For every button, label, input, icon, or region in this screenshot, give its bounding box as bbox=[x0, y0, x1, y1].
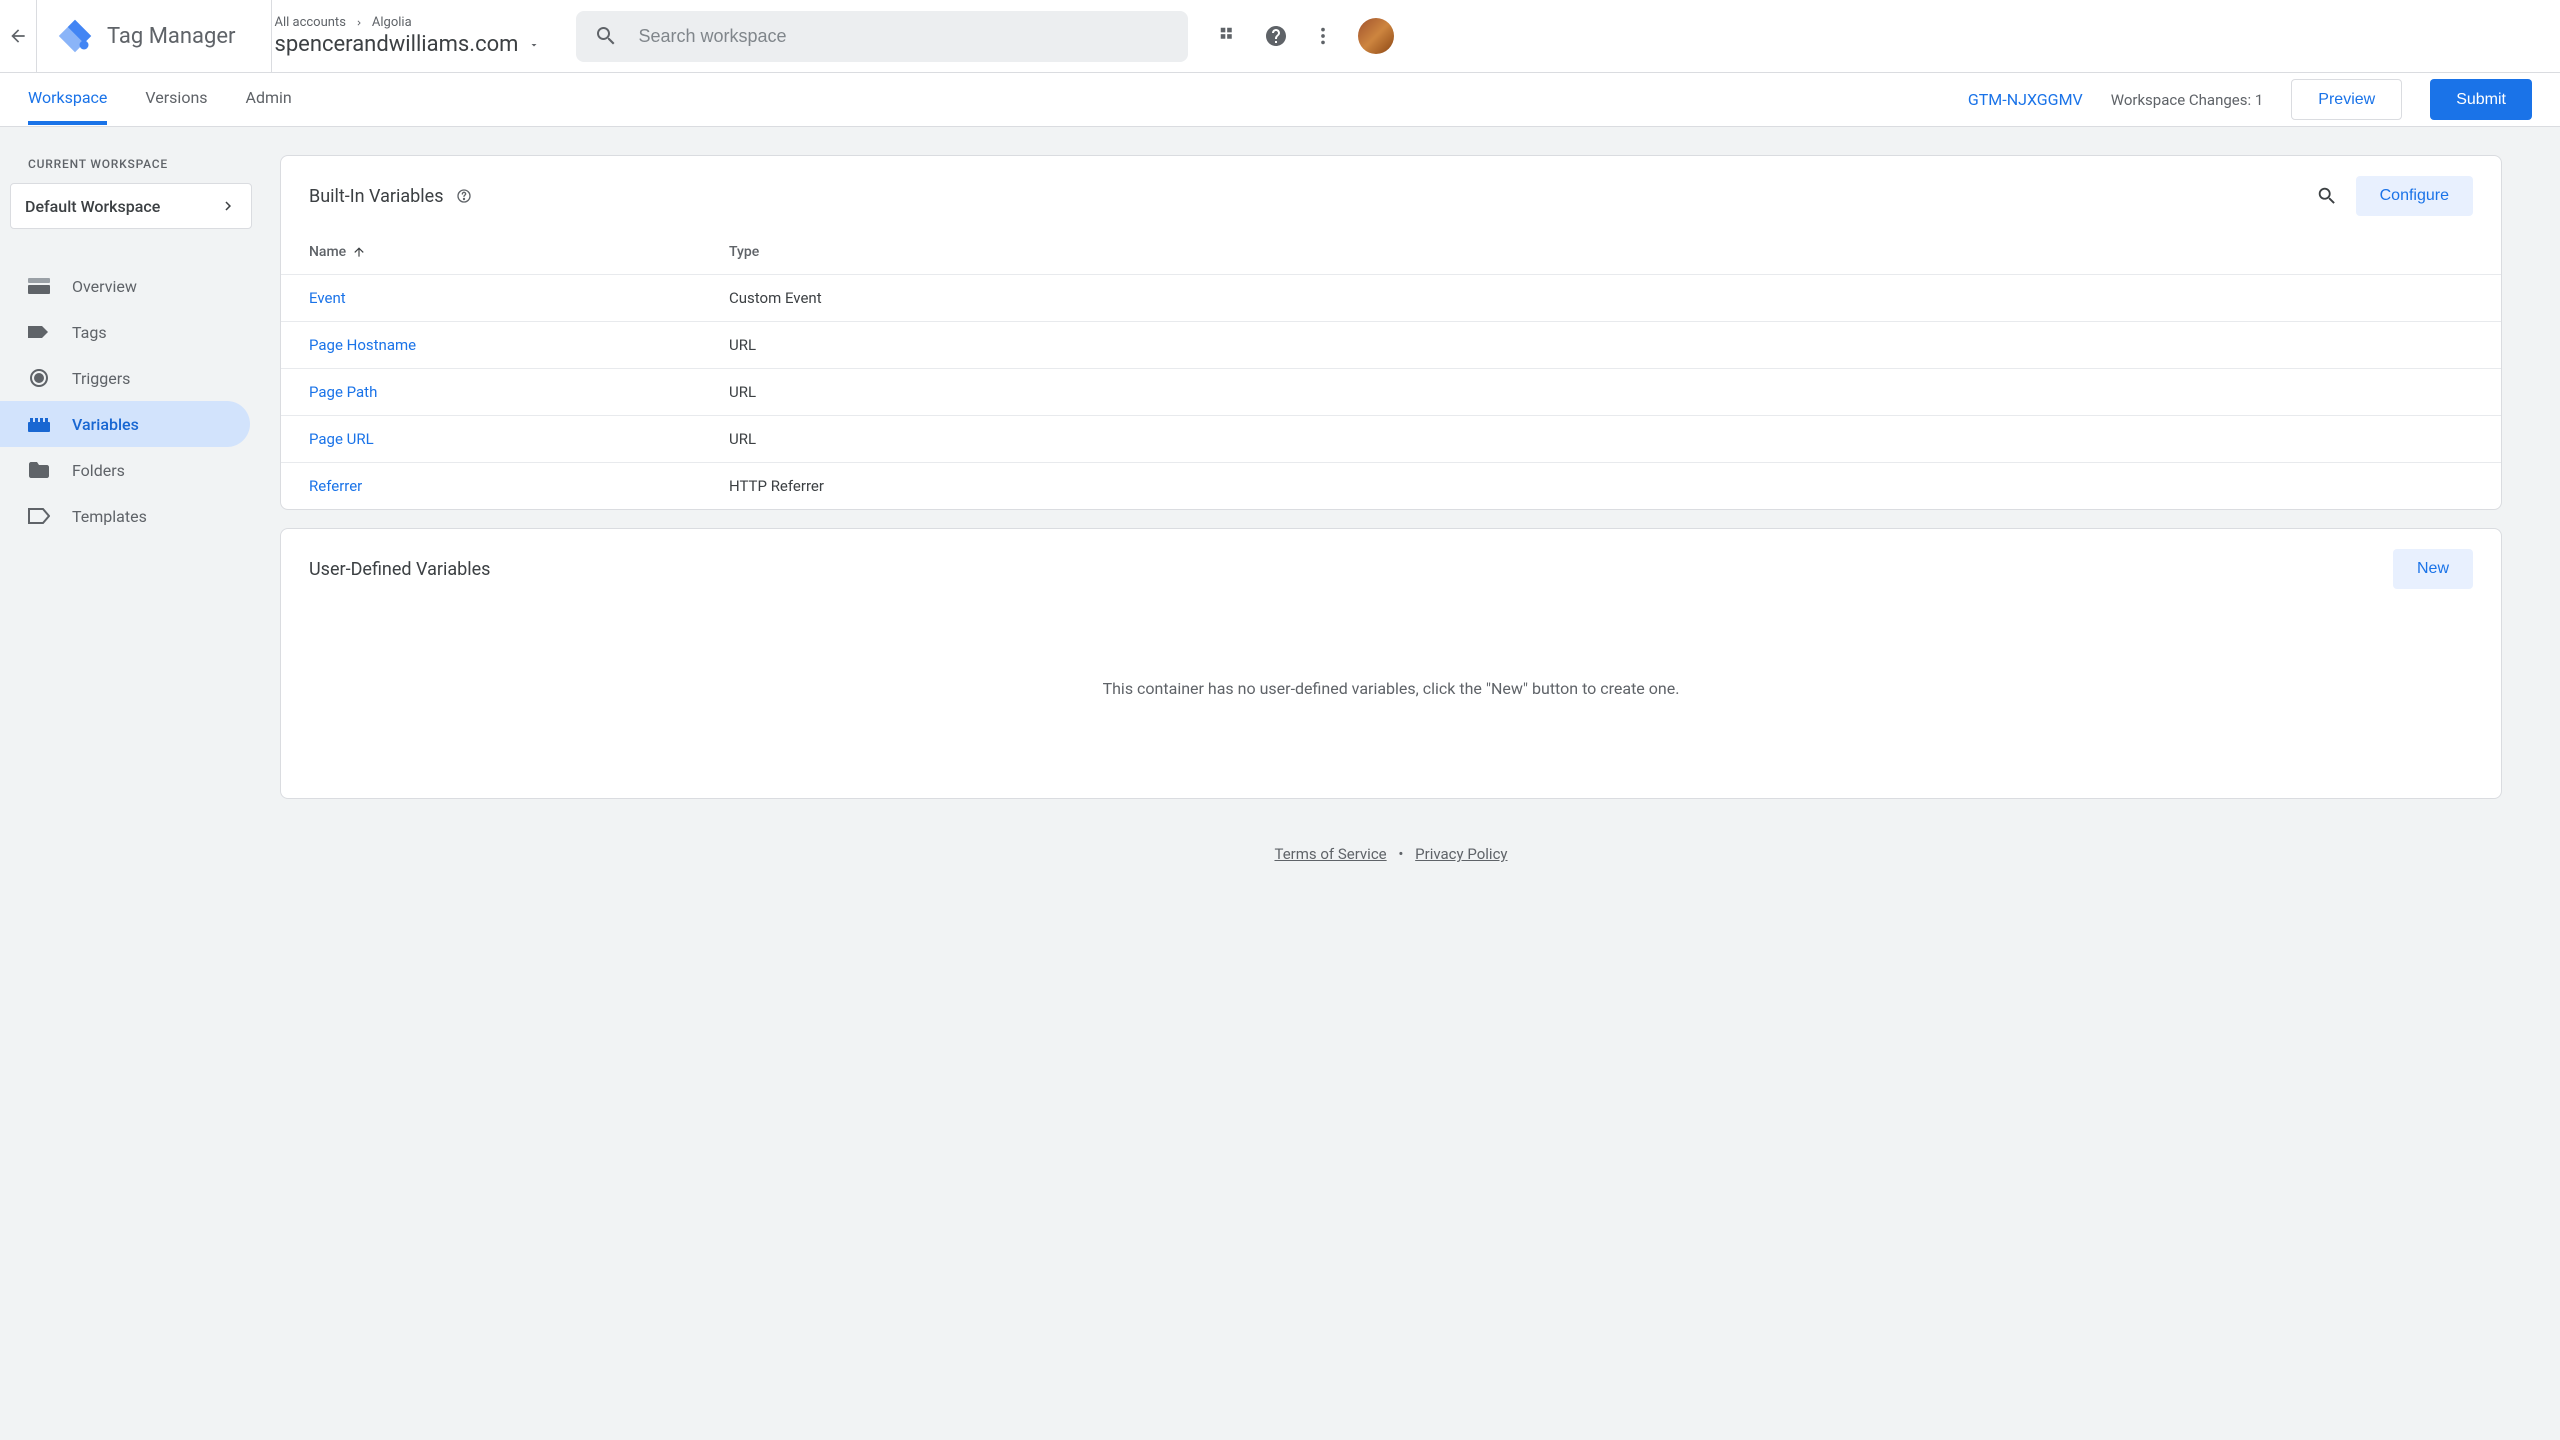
search-box[interactable] bbox=[576, 11, 1188, 62]
container-name: spencerandwilliams.com bbox=[274, 32, 518, 57]
help-icon bbox=[1264, 24, 1288, 48]
container-id[interactable]: GTM-NJXGGMV bbox=[1968, 90, 2083, 109]
breadcrumb-account: Algolia bbox=[372, 15, 412, 30]
table-row[interactable]: Page URL URL bbox=[281, 416, 2501, 463]
privacy-link[interactable]: Privacy Policy bbox=[1415, 845, 1507, 863]
variables-icon bbox=[28, 413, 50, 435]
sidebar-item-label: Triggers bbox=[72, 369, 130, 388]
variable-name-link[interactable]: Referrer bbox=[309, 477, 729, 495]
footer-separator: • bbox=[1398, 845, 1403, 863]
variable-type: Custom Event bbox=[729, 289, 822, 307]
overview-icon bbox=[28, 275, 50, 297]
table-row[interactable]: Page Path URL bbox=[281, 369, 2501, 416]
search-variables-button[interactable] bbox=[2316, 185, 2338, 207]
builtin-title: Built-In Variables bbox=[309, 186, 472, 207]
variable-name-link[interactable]: Page URL bbox=[309, 430, 729, 448]
tag-manager-logo-icon bbox=[57, 18, 93, 54]
column-name[interactable]: Name bbox=[309, 244, 729, 260]
workspace-changes: Workspace Changes: 1 bbox=[2111, 91, 2264, 109]
builtin-variables-card: Built-In Variables Configure Name Typ bbox=[280, 155, 2502, 510]
configure-button[interactable]: Configure bbox=[2356, 176, 2473, 216]
breadcrumb-all: All accounts bbox=[274, 15, 345, 30]
sidebar-item-label: Folders bbox=[72, 461, 125, 480]
footer: Terms of Service • Privacy Policy bbox=[280, 817, 2502, 891]
submit-button[interactable]: Submit bbox=[2430, 79, 2532, 120]
help-button[interactable] bbox=[1264, 24, 1288, 48]
chevron-right-icon bbox=[219, 197, 237, 215]
logo-section[interactable]: Tag Manager bbox=[37, 18, 271, 54]
preview-button[interactable]: Preview bbox=[2291, 79, 2402, 120]
folder-icon bbox=[28, 459, 50, 481]
variable-name-link[interactable]: Event bbox=[309, 289, 729, 307]
sidebar-item-label: Tags bbox=[72, 323, 107, 342]
variable-type: URL bbox=[729, 383, 756, 401]
back-button[interactable] bbox=[0, 26, 36, 46]
table-row[interactable]: Page Hostname URL bbox=[281, 322, 2501, 369]
tab-admin[interactable]: Admin bbox=[246, 74, 292, 125]
search-input[interactable] bbox=[638, 26, 1170, 47]
target-icon bbox=[28, 367, 50, 389]
new-variable-button[interactable]: New bbox=[2393, 549, 2473, 589]
table-row[interactable]: Event Custom Event bbox=[281, 275, 2501, 322]
tos-link[interactable]: Terms of Service bbox=[1274, 845, 1386, 863]
caret-down-icon bbox=[528, 39, 540, 51]
template-icon bbox=[28, 505, 50, 527]
variable-name-link[interactable]: Page Path bbox=[309, 383, 729, 401]
sidebar-item-label: Templates bbox=[72, 507, 147, 526]
tab-workspace[interactable]: Workspace bbox=[28, 74, 107, 125]
account-selector[interactable]: All accounts Algolia spencerandwilliams.… bbox=[274, 15, 564, 57]
sidebar-item-label: Variables bbox=[72, 415, 139, 434]
chevron-right-icon bbox=[354, 18, 364, 28]
workspace-selector[interactable]: Default Workspace bbox=[10, 183, 252, 229]
sidebar-item-templates[interactable]: Templates bbox=[0, 493, 250, 539]
user-avatar[interactable] bbox=[1358, 18, 1394, 54]
table-row[interactable]: Referrer HTTP Referrer bbox=[281, 463, 2501, 509]
arrow-up-icon bbox=[352, 245, 366, 259]
userdef-variables-card: User-Defined Variables New This containe… bbox=[280, 528, 2502, 799]
variable-type: URL bbox=[729, 430, 756, 448]
search-icon bbox=[594, 24, 618, 48]
more-vert-icon bbox=[1312, 25, 1334, 47]
sidebar-item-triggers[interactable]: Triggers bbox=[0, 355, 250, 401]
container-dropdown[interactable]: spencerandwilliams.com bbox=[274, 32, 540, 57]
product-name: Tag Manager bbox=[107, 24, 235, 49]
tag-icon bbox=[28, 321, 50, 343]
column-type[interactable]: Type bbox=[729, 244, 759, 260]
empty-state-text: This container has no user-defined varia… bbox=[281, 609, 2501, 798]
tab-versions[interactable]: Versions bbox=[145, 74, 207, 125]
apps-button[interactable] bbox=[1218, 25, 1240, 47]
sidebar-item-folders[interactable]: Folders bbox=[0, 447, 250, 493]
sidebar-item-overview[interactable]: Overview bbox=[0, 263, 250, 309]
help-circle-icon[interactable] bbox=[456, 188, 472, 204]
userdef-title: User-Defined Variables bbox=[309, 559, 490, 580]
sidebar-item-label: Overview bbox=[72, 277, 137, 296]
breadcrumb: All accounts Algolia bbox=[274, 15, 540, 30]
more-button[interactable] bbox=[1312, 25, 1334, 47]
sidebar-workspace-label: CURRENT WORKSPACE bbox=[0, 157, 280, 183]
header-divider-2 bbox=[271, 0, 272, 73]
apps-grid-icon bbox=[1218, 25, 1240, 47]
workspace-name: Default Workspace bbox=[25, 197, 160, 216]
search-icon bbox=[2316, 185, 2338, 207]
variable-type: URL bbox=[729, 336, 756, 354]
sidebar-item-tags[interactable]: Tags bbox=[0, 309, 250, 355]
variable-type: HTTP Referrer bbox=[729, 477, 824, 495]
variable-name-link[interactable]: Page Hostname bbox=[309, 336, 729, 354]
arrow-left-icon bbox=[8, 26, 28, 46]
sidebar-item-variables[interactable]: Variables bbox=[0, 401, 250, 447]
